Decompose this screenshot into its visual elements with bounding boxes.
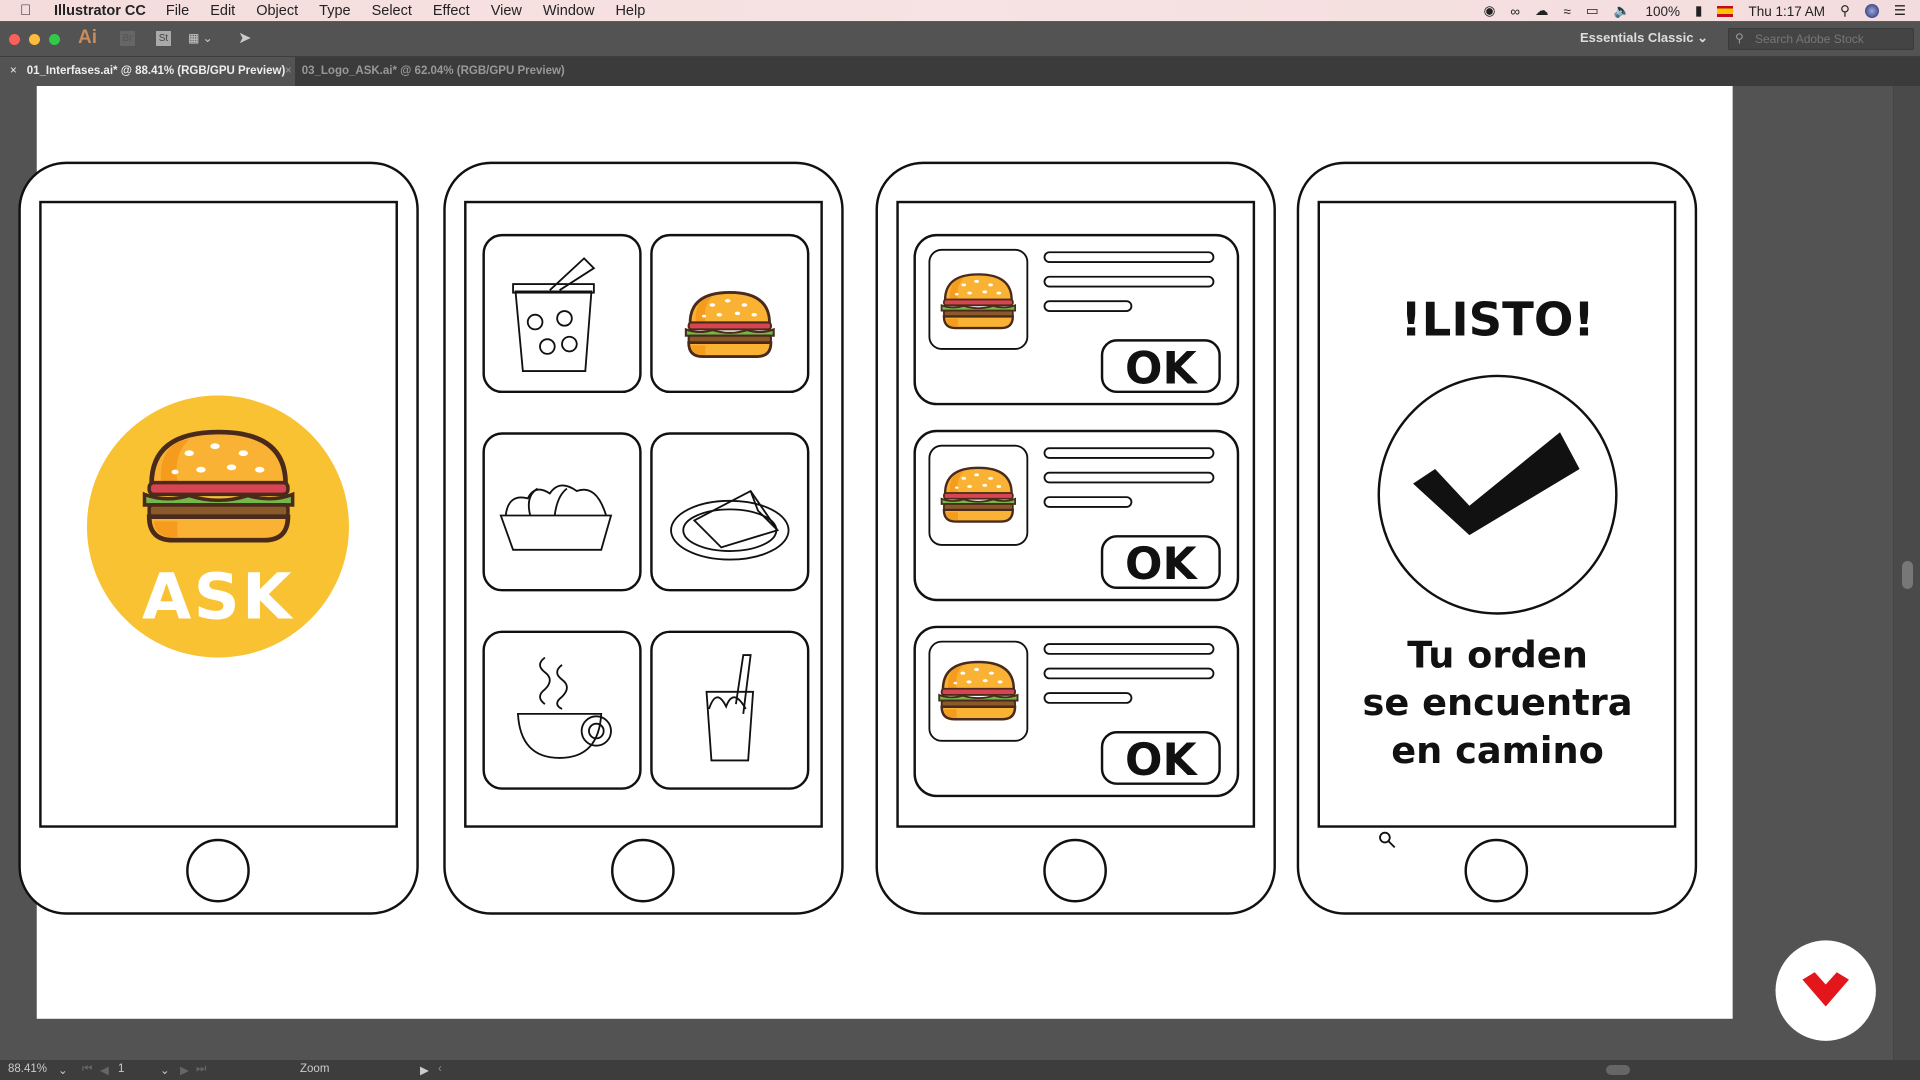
artboard-dropdown-icon[interactable]: ⌄ [160, 1060, 170, 1080]
last-artboard-icon[interactable]: ⏭ [196, 1060, 206, 1080]
apple-icon[interactable]:  [20, 2, 36, 19]
stock-button[interactable]: St [156, 31, 171, 46]
logo-text: ASK [142, 560, 294, 634]
menu-help[interactable]: Help [615, 3, 645, 19]
horizontal-scroll-thumb[interactable] [1606, 1065, 1630, 1075]
close-tab-icon[interactable]: × [285, 65, 292, 77]
svg-text:OK: OK [1125, 735, 1198, 786]
cloud-upload-icon[interactable]: ☁ [1535, 3, 1549, 19]
menu-edit[interactable]: Edit [210, 3, 235, 19]
ok-button[interactable]: OK [1100, 731, 1221, 786]
battery-percent: 100% [1645, 3, 1681, 19]
burger-icon [940, 466, 1017, 524]
clock[interactable]: Thu 1:17 AM [1748, 4, 1825, 19]
menu-window[interactable]: Window [543, 3, 595, 19]
input-flag-icon[interactable] [1717, 5, 1734, 17]
ok-button[interactable]: OK [1100, 535, 1221, 590]
arrange-documents-icon[interactable]: ▦ ⌄ [188, 31, 213, 45]
close-window-button[interactable] [9, 34, 20, 45]
bridge-button[interactable]: Br [120, 31, 135, 46]
battery-icon[interactable]: ▮ [1695, 3, 1702, 19]
done-message-line: en camino [1391, 729, 1604, 772]
burger-icon [937, 660, 1019, 721]
tab-01-interfases[interactable]: × 01_Interfases.ai* @ 88.41% (RGB/GPU Pre… [0, 57, 296, 86]
wifi-icon[interactable]: ≈ [1563, 4, 1570, 19]
phone-splash: ASK [18, 161, 419, 915]
done-message-line: se encuentra [1363, 681, 1633, 724]
volume-icon[interactable]: 🔈 [1614, 3, 1631, 19]
menu-view[interactable]: View [491, 3, 522, 19]
burger-icon [940, 273, 1017, 330]
workspace-label: Essentials Classic [1580, 30, 1694, 45]
document-tabs: × 01_Interfases.ai* @ 88.41% (RGB/GPU Pre… [0, 57, 1920, 86]
first-artboard-icon[interactable]: ⏮ [82, 1060, 92, 1080]
menu-select[interactable]: Select [372, 3, 412, 19]
vertical-scroll-thumb[interactable] [1902, 561, 1913, 589]
status-bar: 88.41% ⌄ ⏮ ◀ 1 ⌄ ▶ ⏭ Zoom ▶ ‹ [0, 1060, 1920, 1080]
order-card: OK [913, 625, 1240, 798]
canvas[interactable]: ASK OK OK OK !LISTO! Tu orden se encuent… [0, 0, 1920, 1080]
search-adobe-stock-input[interactable]: ⚲ Search Adobe Stock [1728, 28, 1914, 50]
zoom-level: 88.41% [8, 1063, 48, 1075]
tab-label: 03_Logo_ASK.ai* @ 62.04% (RGB/GPU Previe… [301, 65, 565, 77]
status-menu-arrow-icon[interactable]: ▶ [420, 1060, 429, 1080]
order-card: OK [913, 233, 1240, 406]
zoom-window-button[interactable] [49, 34, 60, 45]
workspace-switcher[interactable]: Essentials Classic ⌄ [1580, 30, 1708, 46]
artboard-number: 1 [118, 1063, 125, 1075]
phone-done: !LISTO! Tu orden se encuentra en camino [1296, 161, 1698, 915]
siri-icon[interactable] [1864, 4, 1879, 18]
phone-orders: OK OK OK [875, 161, 1276, 915]
vertical-scrollbar[interactable] [1893, 86, 1920, 1060]
chevron-down-icon: ⌄ [1697, 30, 1708, 45]
menu-bar:  Illustrator CC File Edit Object Type S… [0, 0, 1920, 22]
notification-center-icon[interactable]: ☰ [1894, 3, 1906, 19]
app-toolbar: Ai Br St ▦ ⌄ ➤ Essentials Classic ⌄ ⚲ Se… [0, 22, 1920, 57]
spotlight-search-icon[interactable]: ⚲ [1840, 3, 1850, 19]
record-icon[interactable]: ◉ [1484, 3, 1496, 19]
svg-text:OK: OK [1125, 343, 1198, 394]
next-artboard-icon[interactable]: ▶ [180, 1060, 189, 1080]
current-tool-status[interactable]: Zoom [300, 1060, 329, 1080]
menu-type[interactable]: Type [319, 3, 350, 19]
done-title: !LISTO! [1400, 293, 1594, 347]
menu-effect[interactable]: Effect [433, 3, 470, 19]
brand-watermark [1775, 940, 1876, 1041]
menu-tile-juice[interactable] [650, 630, 810, 790]
done-message-line: Tu orden [1407, 633, 1588, 676]
burger-logo-icon [145, 432, 293, 540]
svg-text:OK: OK [1125, 539, 1198, 590]
ok-button[interactable]: OK [1100, 339, 1221, 394]
burger-icon [684, 291, 776, 358]
scroll-left-icon[interactable]: ‹ [438, 1060, 442, 1080]
minimize-window-button[interactable] [29, 34, 40, 45]
menu-tile-cake[interactable] [650, 432, 810, 592]
horizontal-scrollbar[interactable] [450, 1060, 1890, 1080]
menu-tile-coffee[interactable] [482, 630, 642, 790]
tab-label: 01_Interfases.ai* @ 88.41% (RGB/GPU Prev… [26, 65, 286, 77]
illustrator-logo: Ai [78, 27, 97, 48]
search-placeholder: Search Adobe Stock [1755, 32, 1864, 46]
menu-object[interactable]: Object [256, 3, 298, 19]
menu-tile-drink[interactable] [482, 233, 642, 394]
order-card: OK [913, 429, 1240, 602]
phone-menu [443, 161, 844, 915]
menu-app-name[interactable]: Illustrator CC [54, 3, 146, 19]
creative-cloud-icon[interactable]: ∞ [1510, 4, 1520, 19]
gpu-performance-icon[interactable]: ➤ [238, 28, 251, 48]
close-tab-icon[interactable]: × [10, 65, 17, 77]
airplay-icon[interactable]: ▭ [1586, 3, 1599, 19]
tab-03-logo-ask[interactable]: × 03_Logo_ASK.ai* @ 62.04% (RGB/GPU Previ… [275, 57, 575, 86]
zoom-dropdown-icon[interactable]: ⌄ [58, 1060, 68, 1080]
search-icon: ⚲ [1735, 31, 1744, 45]
previous-artboard-icon[interactable]: ◀ [100, 1060, 109, 1080]
menu-file[interactable]: File [166, 3, 189, 19]
